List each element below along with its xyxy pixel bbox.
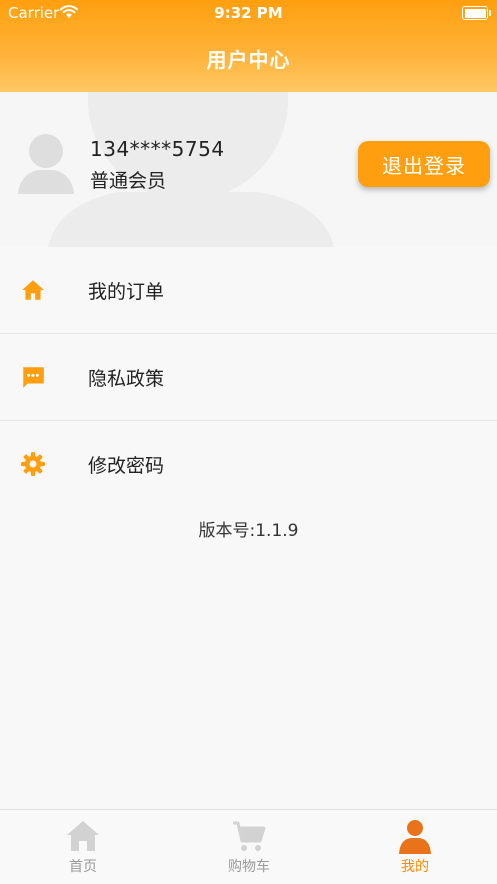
clock: 9:32 PM xyxy=(214,4,283,22)
person-icon xyxy=(399,820,431,854)
tab-mine[interactable]: 我的 xyxy=(332,810,497,884)
page-title: 用户中心 xyxy=(206,48,291,72)
menu-list: 我的订单 隐私政策 修改密码 xyxy=(0,247,497,507)
tab-label: 首页 xyxy=(69,859,97,875)
avatar xyxy=(18,134,74,194)
tab-bar: 首页 购物车 我的 xyxy=(0,809,497,884)
message-icon xyxy=(23,367,44,388)
home-icon xyxy=(67,821,99,851)
tab-label: 我的 xyxy=(401,859,429,875)
menu-item-change-password[interactable]: 修改密码 xyxy=(0,421,497,507)
user-phone: 134****5754 xyxy=(90,137,225,161)
gear-icon xyxy=(21,452,45,476)
menu-item-privacy-policy[interactable]: 隐私政策 xyxy=(0,334,497,421)
menu-item-label: 我的订单 xyxy=(88,281,165,303)
status-bar: Carrier 9:32 PM xyxy=(0,0,497,28)
tab-cart[interactable]: 购物车 xyxy=(166,810,332,884)
home-icon xyxy=(22,280,44,300)
tab-home[interactable]: 首页 xyxy=(0,810,166,884)
menu-item-label: 修改密码 xyxy=(88,455,165,477)
profile-card: 134****5754 普通会员 退出登录 xyxy=(0,92,497,248)
menu-item-label: 隐私政策 xyxy=(88,368,165,390)
membership-level: 普通会员 xyxy=(90,170,167,192)
tab-label: 购物车 xyxy=(228,859,270,875)
header: Carrier 9:32 PM 用户中心 xyxy=(0,0,497,92)
battery-icon xyxy=(462,6,491,20)
version-text: 版本号:1.1.9 xyxy=(198,521,299,541)
menu-item-my-orders[interactable]: 我的订单 xyxy=(0,247,497,334)
logout-button[interactable]: 退出登录 xyxy=(358,141,490,187)
cart-icon xyxy=(233,821,266,851)
